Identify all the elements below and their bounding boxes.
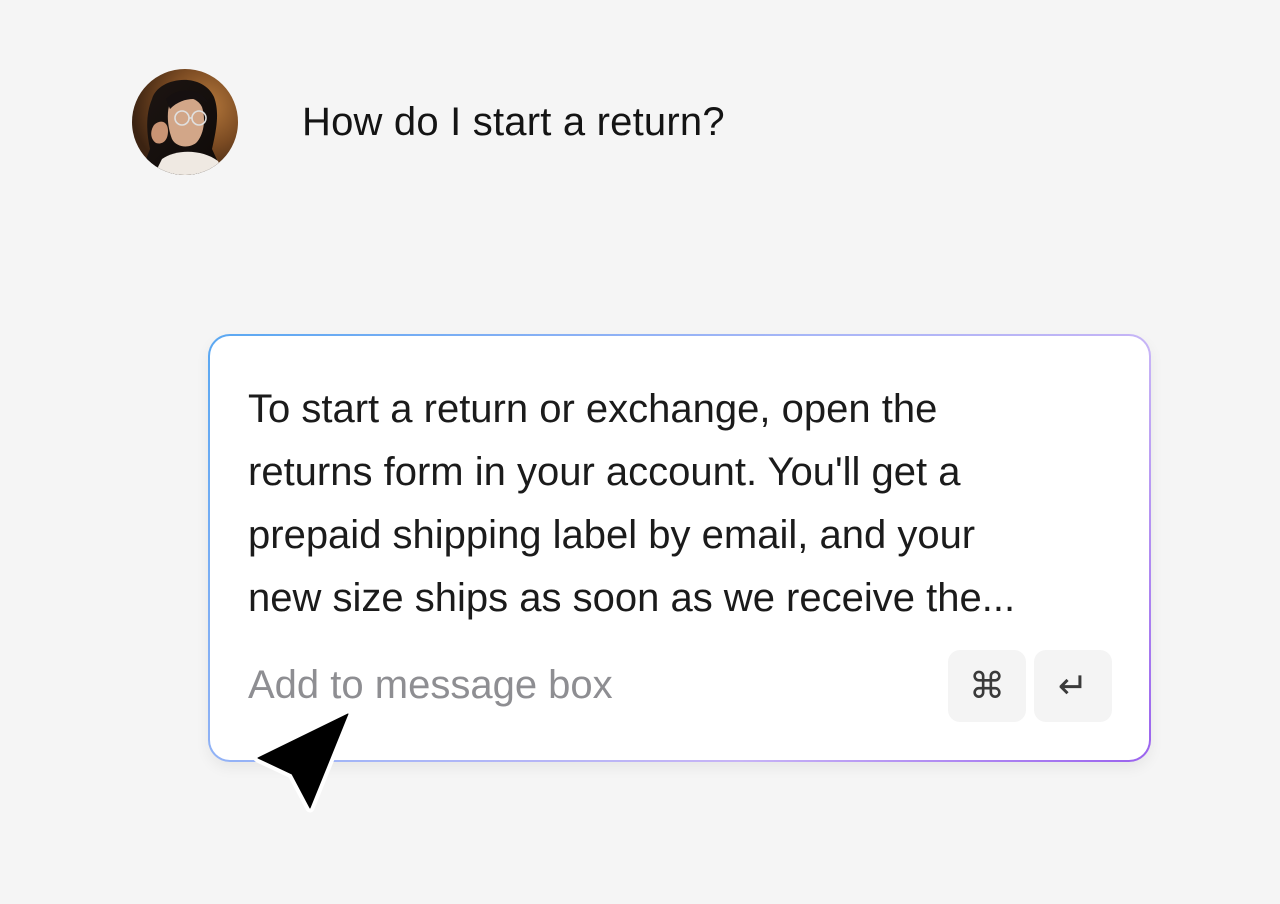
avatar (132, 69, 238, 175)
reply-line: new size ships as soon as we receive the… (248, 576, 1016, 620)
command-key-button[interactable]: ⌘ (948, 650, 1026, 722)
reply-line: returns form in your account. You'll get… (248, 450, 961, 494)
user-message: How do I start a return? (132, 69, 725, 175)
mouse-pointer-icon (253, 709, 353, 813)
suggested-reply-card-body: To start a return or exchange, open the … (210, 336, 1149, 760)
suggested-reply-text: To start a return or exchange, open the … (248, 378, 1128, 630)
suggested-reply-card: To start a return or exchange, open the … (208, 334, 1151, 762)
enter-key-icon: ↵ (1057, 665, 1089, 707)
user-message-text: How do I start a return? (302, 99, 725, 144)
reply-line: prepaid shipping label by email, and you… (248, 513, 976, 557)
reply-line: To start a return or exchange, open the (248, 387, 938, 431)
enter-key-button[interactable]: ↵ (1034, 650, 1112, 722)
user-avatar-image (132, 69, 238, 175)
command-key-icon: ⌘ (969, 665, 1005, 707)
